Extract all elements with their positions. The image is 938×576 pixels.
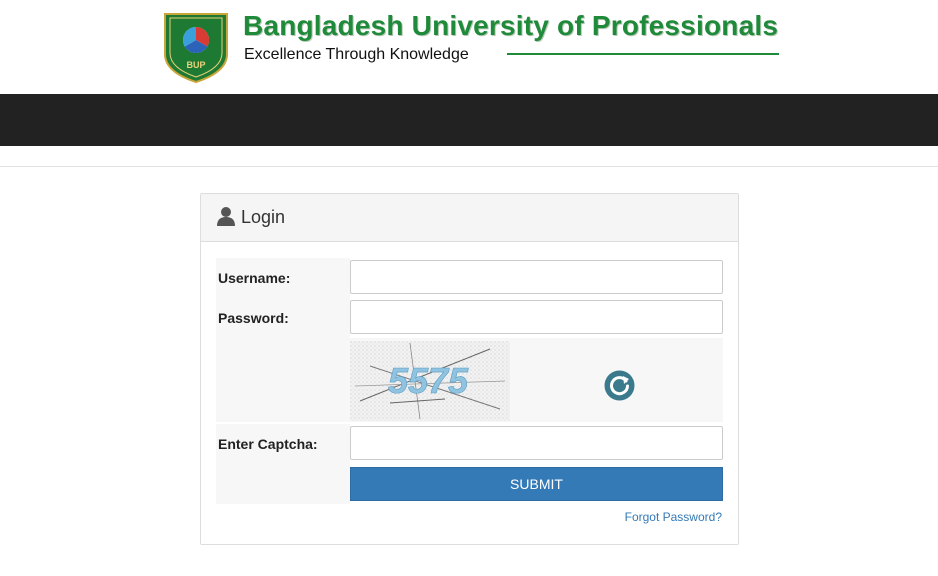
header-divider bbox=[0, 166, 938, 167]
submit-button[interactable]: SUBMIT bbox=[350, 467, 723, 501]
site-header: BUP Bangladesh University of Professiona… bbox=[0, 0, 938, 94]
university-name: Bangladesh University of Professionals bbox=[243, 10, 779, 41]
login-title: Login bbox=[241, 207, 286, 227]
tagline-rule bbox=[507, 53, 779, 55]
forgot-password-link[interactable]: Forgot Password? bbox=[625, 510, 722, 524]
top-navbar bbox=[0, 94, 938, 146]
login-panel: Login Username: Password: 5575 Enter Cap… bbox=[200, 193, 739, 545]
captcha-image: 5575 bbox=[350, 341, 510, 421]
bup-logo: BUP bbox=[164, 13, 228, 84]
password-input[interactable] bbox=[350, 300, 723, 334]
svg-text:BUP: BUP bbox=[186, 60, 205, 70]
username-label: Username: bbox=[218, 270, 291, 286]
login-panel-header: Login bbox=[201, 194, 738, 242]
svg-text:5575: 5575 bbox=[388, 360, 469, 401]
password-label: Password: bbox=[218, 310, 289, 326]
submit-row-bg bbox=[216, 464, 350, 504]
captcha-label: Enter Captcha: bbox=[218, 436, 318, 452]
username-input[interactable] bbox=[350, 260, 723, 294]
user-icon bbox=[217, 207, 235, 226]
refresh-captcha-icon[interactable] bbox=[604, 370, 635, 401]
captcha-input[interactable] bbox=[350, 426, 723, 460]
university-tagline: Excellence Through Knowledge bbox=[244, 46, 469, 63]
